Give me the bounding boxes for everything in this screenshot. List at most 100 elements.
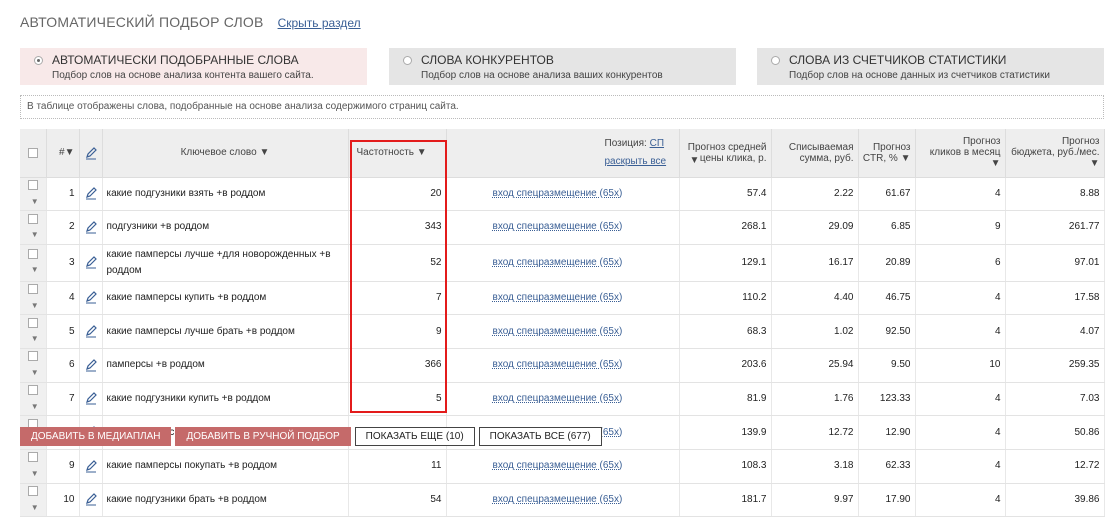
table-row: ▼ 3 какие памперсы лучше +для новорожденны… [20,244,1105,282]
show-more-button[interactable]: ПОКАЗАТЬ ЕЩЕ (10) [354,427,475,446]
row-position-link[interactable]: вход спецразмещение (65х) [493,460,623,471]
pencil-icon[interactable] [84,290,98,304]
pencil-icon[interactable] [84,459,98,473]
radio-unchecked-icon[interactable] [771,56,780,65]
pencil-icon[interactable] [84,358,98,372]
row-position-link[interactable]: вход спецразмещение (65х) [493,257,623,268]
spend-header-line1: Списываемая [788,141,854,153]
row-menu-arrow-icon[interactable]: ▼ [31,194,39,210]
expand-all-link[interactable]: раскрыть все [605,156,667,167]
row-number: 10 [46,483,80,517]
position-sp-link[interactable]: СП [650,138,664,149]
row-position-link[interactable]: вход спецразмещение (65х) [493,359,623,370]
tab-auto-words[interactable]: АВТОМАТИЧЕСКИ ПОДОБРАННЫЕ СЛОВА Подбор с… [20,48,367,85]
row-position-link[interactable]: вход спецразмещение (65х) [493,188,623,199]
table-body: ▼ 1 какие подгузники взять +в роддом 20 вход… [20,177,1105,517]
row-menu-arrow-icon[interactable]: ▼ [31,227,39,243]
row-position-link[interactable]: вход спецразмещение (65х) [493,292,623,303]
pencil-icon[interactable] [84,255,98,269]
hide-section-link[interactable]: Скрыть раздел [278,16,361,30]
header-cpc[interactable]: Прогноз средней цены клика, р. [679,129,772,178]
row-checkbox[interactable] [27,485,38,496]
tab-competitor-words[interactable]: СЛОВА КОНКУРЕНТОВ Подбор слов на основе … [389,48,736,85]
row-spend: 12.72 [771,415,859,450]
header-frequency[interactable]: Частотность ▼ [348,129,447,178]
row-checkbox[interactable] [27,385,38,396]
pencil-icon [85,146,97,160]
row-position-link[interactable]: вход спецразмещение (65х) [493,494,623,505]
row-clicks: 9 [915,210,1006,245]
pencil-icon[interactable] [84,492,98,506]
header-num[interactable]: #▼ [46,129,80,178]
header-spend[interactable]: Списываемая сумма, руб. [771,129,859,178]
row-clicks: 4 [915,314,1006,350]
row-keyword: какие памперсы лучше брать +в роддом [102,314,349,350]
show-all-button[interactable]: ПОКАЗАТЬ ВСЕ (677) [478,427,602,446]
row-frequency: 366 [348,348,447,383]
table-actions: ДОБАВИТЬ В МЕДИАПЛАН ДОБАВИТЬ В РУЧНОЙ П… [20,427,602,446]
row-menu-arrow-icon[interactable]: ▼ [31,331,39,347]
sort-arrow-icon: ▼ [1089,158,1100,170]
row-spend: 25.94 [771,348,859,383]
pencil-icon[interactable] [84,186,98,200]
row-menu-arrow-icon[interactable]: ▼ [31,466,39,482]
section-header: АВТОМАТИЧЕСКИЙ ПОДБОР СЛОВ Скрыть раздел [20,14,361,32]
row-menu-arrow-icon[interactable]: ▼ [31,500,39,516]
row-position-link[interactable]: вход спецразмещение (65х) [493,326,623,337]
header-ctr[interactable]: Прогноз CTR, % ▼ [858,129,916,178]
tab-title: СЛОВА КОНКУРЕНТОВ [421,53,554,67]
row-checkbox[interactable] [27,351,38,362]
row-menu-arrow-icon[interactable]: ▼ [31,365,39,381]
table-row: ▼ 6 памперсы +в роддом 366 вход спецразмещен… [20,348,1105,383]
row-clicks: 4 [915,281,1006,316]
row-cpc: 181.7 [679,483,772,517]
row-checkbox[interactable] [27,213,38,224]
sort-arrow-icon: ▼ [259,147,270,159]
position-dropdown-icon[interactable]: ▼ [690,155,700,166]
header-keyword[interactable]: Ключевое слово ▼ [102,129,349,178]
row-budget: 8.88 [1005,177,1105,212]
table-row: ▼ 1 какие подгузники взять +в роддом 20 вход… [20,177,1105,212]
row-cpc: 203.6 [679,348,772,383]
row-edit-cell [79,483,103,517]
row-budget: 50.86 [1005,415,1105,450]
position-label: Позиция: [604,138,647,149]
keywords-table: #▼ Ключевое слово ▼ Частотность ▼ Позици… [20,129,1105,517]
row-checkbox[interactable] [27,317,38,328]
row-position-link[interactable]: вход спецразмещение (65х) [493,221,623,232]
row-frequency: 52 [348,244,447,282]
header-select-all[interactable] [20,129,47,178]
row-number: 5 [46,314,80,350]
row-checkbox[interactable] [27,248,38,259]
row-keyword: памперсы +в роддом [102,348,349,383]
add-to-mediaplan-button[interactable]: ДОБАВИТЬ В МЕДИАПЛАН [20,427,172,446]
row-menu-arrow-icon[interactable]: ▼ [31,262,39,278]
row-menu-arrow-icon[interactable]: ▼ [31,298,39,314]
row-menu-arrow-icon[interactable]: ▼ [31,399,39,415]
tab-description: Подбор слов на основе анализа ваших конк… [421,70,663,81]
row-keyword: подгузники +в роддом [102,210,349,245]
row-checkbox[interactable] [27,284,38,295]
row-checkbox[interactable] [27,452,38,463]
row-position-cell: вход спецразмещение (65х) [446,382,680,417]
add-to-manual-selection-button[interactable]: ДОБАВИТЬ В РУЧНОЙ ПОДБОР [175,427,351,446]
radio-checked-icon[interactable] [34,56,43,65]
pencil-icon[interactable] [84,391,98,405]
header-clicks[interactable]: Прогноз кликов в месяц ▼ [915,129,1006,178]
tab-statistics-words[interactable]: СЛОВА ИЗ СЧЕТЧИКОВ СТАТИСТИКИ Подбор сло… [757,48,1104,85]
keyword-header-label: Ключевое слово [180,147,257,159]
row-cpc: 81.9 [679,382,772,417]
radio-unchecked-icon[interactable] [403,56,412,65]
row-edit-cell [79,382,103,417]
row-select-cell: ▼ [20,348,47,383]
table-header-row: #▼ Ключевое слово ▼ Частотность ▼ Позици… [20,129,1105,178]
pencil-icon[interactable] [84,324,98,338]
header-budget[interactable]: Прогноз бюджета, руб./мес. ▼ [1005,129,1105,178]
pencil-icon[interactable] [84,220,98,234]
row-checkbox[interactable] [27,179,38,190]
row-frequency: 5 [348,382,447,417]
row-position-cell: вход спецразмещение (65х) [446,210,680,245]
select-all-checkbox[interactable] [27,147,38,158]
table-row: ▼ 10 какие подгузники брать +в роддом 54 вхо… [20,483,1105,517]
row-position-link[interactable]: вход спецразмещение (65х) [493,393,623,404]
